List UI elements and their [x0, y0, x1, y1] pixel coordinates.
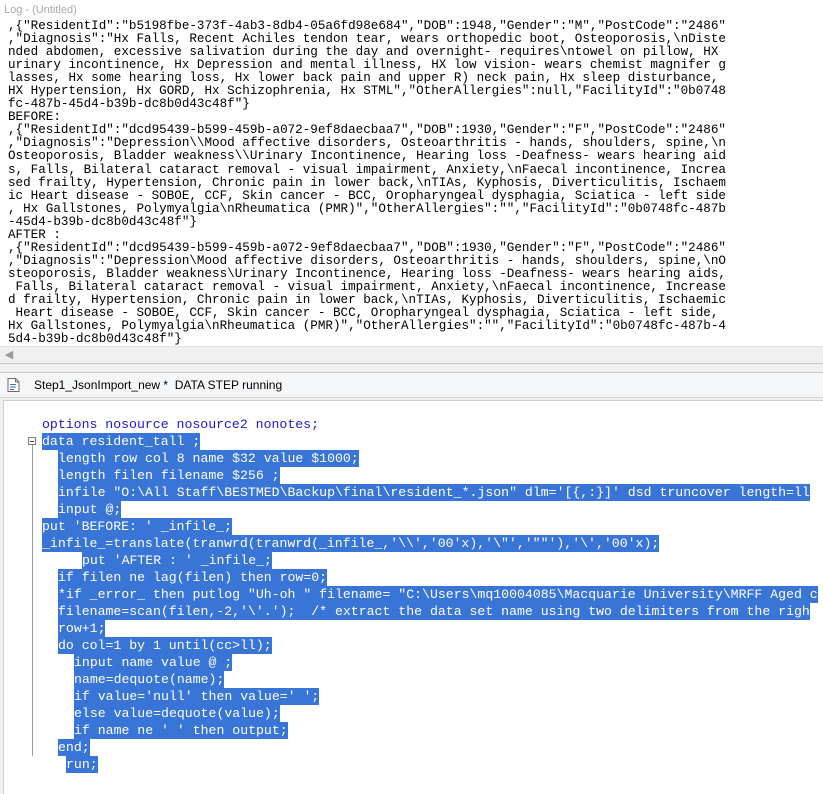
editor-window: Step1_JsonImport_new * DATA STEP running… [0, 365, 823, 794]
log-window: Log - (Untitled) ,{"ResidentId":"b5198fb… [0, 0, 823, 364]
code-text: if name ne ' ' then output; [74, 722, 288, 739]
code-line[interactable]: length filen filename $256 ; [4, 467, 823, 484]
code-text: put 'AFTER : ' _infile_; [82, 552, 272, 569]
code-line[interactable]: _infile_=translate(tranwrd(tranwrd(_infi… [4, 535, 823, 552]
log-line: ,{"ResidentId":"b5198fbe-373f-4ab3-8db4-… [8, 20, 726, 33]
code-line[interactable]: input @; [4, 501, 823, 518]
code-line[interactable]: input name value @ ; [4, 654, 823, 671]
log-line: ,"Diagnosis":"Depression\Mood affective … [8, 253, 726, 268]
code-line[interactable]: else value=dequote(value); [4, 705, 823, 722]
log-line: Osteoporosis, Bladder weakness\\Urinary … [8, 149, 726, 164]
code-line[interactable]: if name ne ' ' then output; [4, 722, 823, 739]
log-line: d frailty, Hypertension, Chronic pain in… [8, 292, 726, 307]
code-text: run; [66, 756, 98, 773]
editor-titlebar[interactable]: Step1_JsonImport_new * DATA STEP running [0, 372, 823, 398]
code-line[interactable]: *if _error_ then putlog "Uh-oh " filenam… [4, 586, 823, 603]
scroll-left-arrow-icon[interactable]: ◀ [2, 347, 16, 363]
log-line: HX Hypertension, Hx GORD, Hx Schizophren… [8, 84, 726, 99]
code-text: length filen filename $256 ; [58, 467, 280, 484]
code-text: else value=dequote(value); [74, 705, 280, 722]
log-line: AFTER : [8, 227, 61, 242]
code-text: *if _error_ then putlog "Uh-oh " filenam… [58, 586, 818, 603]
code-line[interactable]: put 'BEFORE: ' _infile_; [4, 518, 823, 535]
log-line: steoporosis, Bladder weakness\Urinary In… [8, 266, 726, 281]
code-line[interactable]: infile "O:\All Staff\BESTMED\Backup\fina… [4, 484, 823, 501]
code-line[interactable]: filename=scan(filen,-2,'\'.'); /* extrac… [4, 603, 823, 620]
code-text: input @; [58, 501, 122, 518]
code-line[interactable]: options nosource nosource2 nonotes; [4, 416, 823, 433]
log-line: Hx Gallstones, Polymyalgia\nRheumatica (… [8, 319, 726, 334]
code-line[interactable]: put 'AFTER : ' _infile_; [4, 552, 823, 569]
code-text: do col=1 by 1 until(cc>ll); [58, 637, 272, 654]
code-line[interactable]: data resident_tall ; [4, 433, 823, 450]
code-text: data resident_tall ; [42, 433, 201, 450]
code-text: infile "O:\All Staff\BESTMED\Backup\fina… [58, 484, 810, 501]
log-line: , Hx Gallstones, Polymyalgia\nRheumatica… [8, 201, 726, 216]
log-line: s, Falls, Bilateral cataract removal - v… [8, 162, 726, 177]
code-text: filename=scan(filen,-2,'\'.'); /* extrac… [58, 603, 810, 620]
log-line: urinary incontinence, Hx Depression and … [8, 58, 726, 73]
editor-title: Step1_JsonImport_new * DATA STEP running [34, 378, 283, 392]
code-text: input name value @ ; [74, 654, 233, 671]
code-text: if value='null' then value=' '; [74, 688, 320, 705]
log-line: Heart disease - SOBOE, CCF, Skin cancer … [8, 306, 719, 321]
log-line: nded abdomen, excessive salivation durin… [8, 45, 719, 60]
code-lines: options nosource nosource2 nonotes; data … [4, 416, 823, 773]
code-editor[interactable]: options nosource nosource2 nonotes; data … [3, 400, 823, 794]
code-text: put 'BEFORE: ' _infile_; [42, 518, 232, 535]
code-text: _infile_=translate(tranwrd(tranwrd(_infi… [42, 535, 660, 552]
log-line: BEFORE: [8, 110, 61, 125]
code-line[interactable]: end; [4, 739, 823, 756]
log-line: lasses, Hx some hearing loss, Hx lower b… [8, 71, 719, 86]
collapse-toggle-icon[interactable] [28, 437, 36, 445]
code-text: name=dequote(name); [74, 671, 225, 688]
code-line[interactable]: if filen ne lag(filen) then row=0; [4, 569, 823, 586]
code-text: options nosource nosource2 nonotes; [42, 417, 319, 432]
log-line: fc-487b-45d4-b39b-dc8b0d43c48f"} [8, 97, 250, 112]
code-line[interactable]: if value='null' then value=' '; [4, 688, 823, 705]
program-document-icon [7, 378, 20, 392]
log-line: Falls, Bilateral cataract removal - visu… [8, 279, 726, 294]
log-line: ,"Diagnosis":"Depression\\Mood affective… [8, 136, 726, 151]
code-text: row+1; [58, 620, 106, 637]
code-text: length row col 8 name $32 value $1000; [58, 450, 359, 467]
log-line: ,{"ResidentId":"dcd95439-b599-459b-a072-… [8, 240, 726, 255]
log-line: -45d4-b39b-dc8b0d43c48f"} [8, 214, 197, 229]
code-line[interactable]: do col=1 by 1 until(cc>ll); [4, 637, 823, 654]
log-line: ic Heart disease - SOBOE, CCF, Skin canc… [8, 188, 726, 203]
code-line[interactable]: run; [4, 756, 823, 773]
log-window-title: Log - (Untitled) [0, 0, 823, 20]
code-text: if filen ne lag(filen) then row=0; [58, 569, 328, 586]
code-text: end; [58, 739, 90, 756]
code-line[interactable]: row+1; [4, 620, 823, 637]
code-line[interactable]: name=dequote(name); [4, 671, 823, 688]
log-line: 5d4-b39b-dc8b0d43c48f"} [8, 332, 182, 346]
log-horizontal-scrollbar[interactable]: ◀ [0, 346, 823, 363]
log-output[interactable]: ,{"ResidentId":"b5198fbe-373f-4ab3-8db4-… [8, 20, 823, 346]
log-line: sed frailty, Hypertension, Chronic pain … [8, 175, 726, 190]
log-line: ,"Diagnosis":"Hx Falls, Recent Achiles t… [8, 32, 726, 47]
code-line[interactable]: length row col 8 name $32 value $1000; [4, 450, 823, 467]
log-line: ,{"ResidentId":"dcd95439-b599-459b-a072-… [8, 123, 726, 138]
